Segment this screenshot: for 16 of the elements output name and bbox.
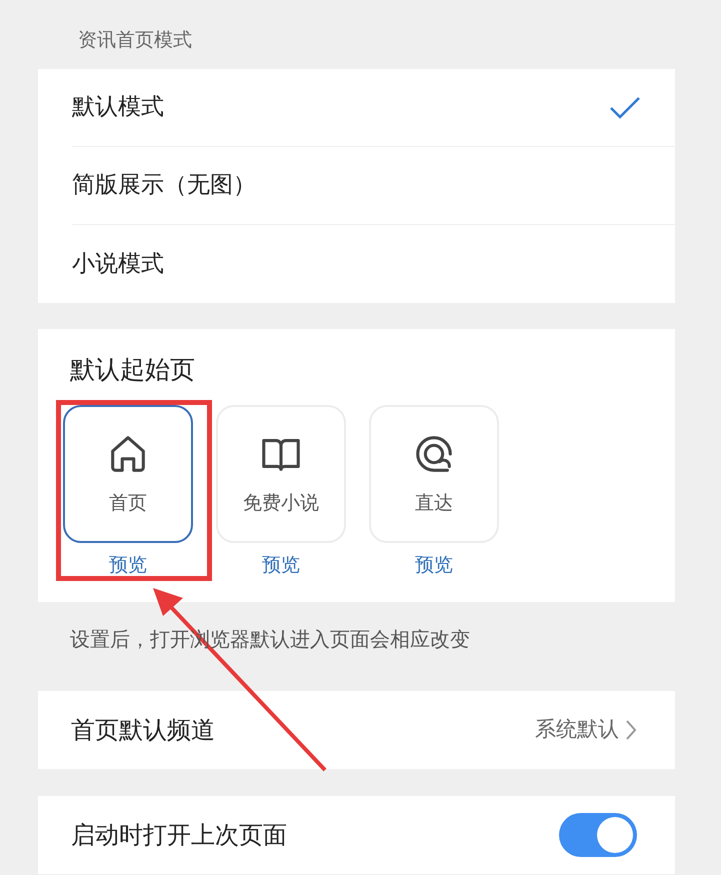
mode-option[interactable]: 小说模式 (72, 225, 675, 303)
preview-link[interactable]: 预览 (415, 551, 453, 580)
restore-row: 启动时打开上次页面 (38, 796, 675, 874)
mode-option[interactable]: 默认模式 (72, 69, 675, 147)
start-page-card[interactable]: 首页 (63, 405, 193, 543)
section-title: 资讯首页模式 (77, 28, 193, 53)
start-page-card[interactable]: 直达 (369, 405, 499, 543)
toggle-switch[interactable] (559, 813, 637, 857)
panel-title: 默认起始页 (69, 354, 196, 386)
chevron-right-icon (625, 719, 637, 741)
channel-row[interactable]: 首页默认频道 系统默认 (38, 691, 675, 769)
check-icon (609, 96, 641, 120)
preview-link[interactable]: 预览 (262, 551, 300, 580)
mode-option[interactable]: 简版展示（无图） (72, 147, 675, 225)
start-page-card[interactable]: 免费小说 (216, 405, 346, 543)
preview-link[interactable]: 预览 (109, 551, 147, 580)
